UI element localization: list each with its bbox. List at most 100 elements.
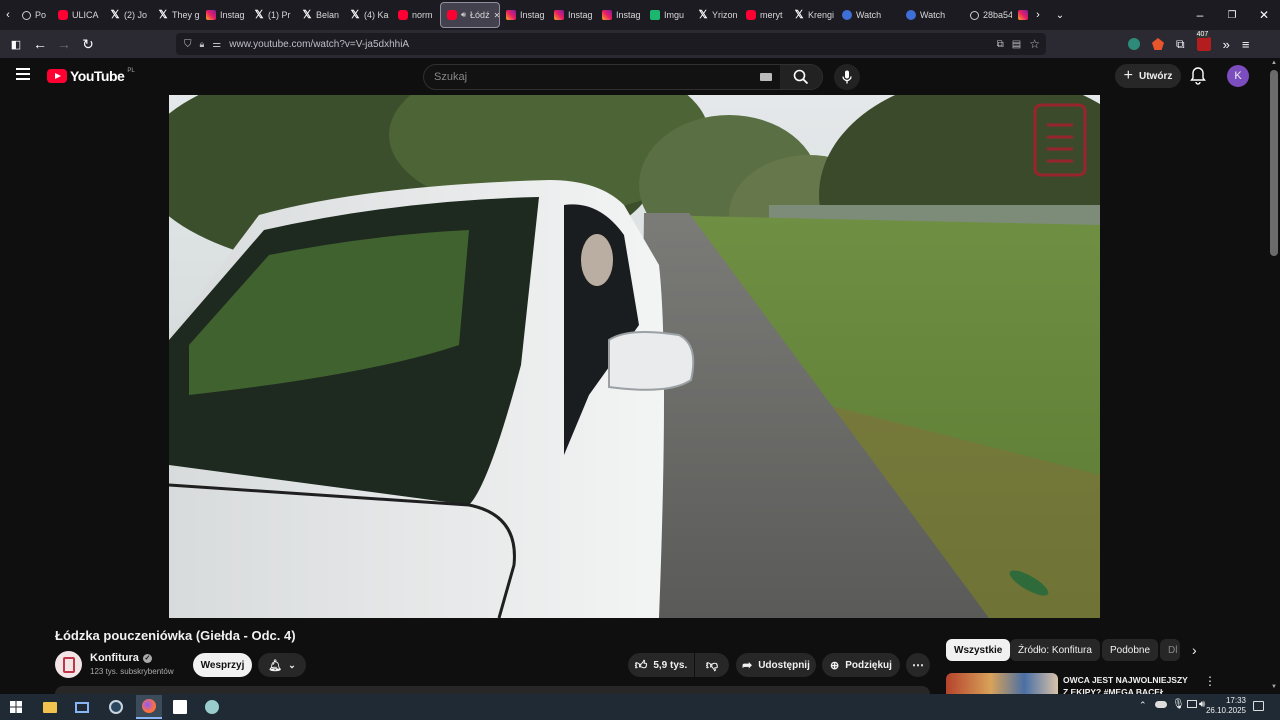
browser-tab[interactable]: Watch <box>836 2 900 28</box>
description-box-edge[interactable] <box>55 686 930 694</box>
browser-tab[interactable] <box>1012 2 1030 28</box>
search-input[interactable]: Szukaj <box>434 71 467 83</box>
scroll-up-arrow-icon[interactable]: ▲ <box>1271 60 1277 66</box>
firefox-icon[interactable] <box>136 695 162 719</box>
channel-name[interactable]: Konfitura ✓ <box>90 652 152 664</box>
avatar[interactable]: K <box>1227 65 1249 87</box>
recommended-menu-icon[interactable]: ⋮ <box>1204 674 1216 688</box>
close-window-icon[interactable]: ✕ <box>1248 3 1280 27</box>
chip-more[interactable]: Dl <box>1160 639 1180 661</box>
forward-icon[interactable]: → <box>52 32 76 56</box>
back-icon[interactable]: ← <box>28 32 52 56</box>
page-scrollbar[interactable]: ▲ ▼ <box>1268 58 1280 694</box>
tabs-scroll-right-icon[interactable]: › <box>1030 3 1046 27</box>
chip-all[interactable]: Wszystkie <box>946 639 1011 661</box>
browser-tab[interactable]: Instag <box>548 2 596 28</box>
channel-avatar[interactable] <box>55 651 82 678</box>
bell-outline-icon: 🔔︎ <box>268 659 283 672</box>
voice-search-button[interactable] <box>834 64 860 90</box>
monitor-app-icon[interactable] <box>72 697 92 717</box>
video-frame[interactable] <box>169 95 1100 618</box>
like-button[interactable]: 👍︎ 5,9 tys. <box>628 653 694 677</box>
ublock-extension-icon[interactable] <box>1128 38 1140 50</box>
notification-center-icon[interactable] <box>1253 701 1264 711</box>
extensions-puzzle-icon[interactable]: ⧉ <box>1176 37 1185 52</box>
audio-playing-icon[interactable]: 🔊︎ <box>461 10 466 20</box>
browser-tab[interactable]: Watch <box>900 2 964 28</box>
support-button[interactable]: Wesprzyj <box>193 653 252 677</box>
browser-tab[interactable]: 𝕏 (4) Ka <box>344 2 392 28</box>
browser-tab[interactable]: meryt <box>740 2 788 28</box>
browser-tab[interactable]: 𝕏 (2) Jo <box>104 2 152 28</box>
game-app-icon[interactable] <box>202 697 222 717</box>
browser-tab[interactable]: 𝕏 Krengi <box>788 2 836 28</box>
notifications-button[interactable] <box>1190 67 1206 90</box>
address-bar[interactable]: ⛉ 🔒︎ ⚌ www.youtube.com/watch?v=V-ja5dxhh… <box>176 33 1046 55</box>
browser-tab-label: Po <box>35 10 47 20</box>
chips-next-icon[interactable]: › <box>1192 642 1197 658</box>
more-actions-button[interactable]: ⋯ <box>906 653 930 677</box>
list-all-tabs-icon[interactable]: ⌄ <box>1046 3 1074 27</box>
tray-overflow-icon[interactable]: ⌃ <box>1139 700 1147 711</box>
thanks-button[interactable]: ⊕ Podziękuj <box>822 653 900 677</box>
recommended-title-line1[interactable]: OWCA JEST NAJWOLNIEJSZY <box>1063 674 1188 686</box>
url-text[interactable]: www.youtube.com/watch?v=V-ja5dxhhiA <box>229 39 409 50</box>
share-button[interactable]: ➦ Udostępnij <box>736 653 816 677</box>
bookmark-star-icon[interactable]: ☆ <box>1029 37 1040 51</box>
browser-tab[interactable]: 28ba54a2 <box>964 2 1012 28</box>
channel-name-text[interactable]: Konfitura <box>90 652 139 664</box>
search-box[interactable]: Szukaj <box>423 64 823 90</box>
onedrive-cloud-icon[interactable] <box>1155 701 1167 708</box>
youtube-favicon-icon <box>398 10 408 20</box>
browser-tab[interactable]: Instag <box>200 2 248 28</box>
browser-tab[interactable]: 𝕏 Yrizon <box>692 2 740 28</box>
keyboard-icon[interactable] <box>760 73 772 81</box>
fox-extension-icon[interactable] <box>1152 38 1164 50</box>
restore-window-icon[interactable]: ❐ <box>1216 3 1248 27</box>
guide-menu-icon[interactable] <box>16 68 30 80</box>
overflow-menu-icon[interactable]: » <box>1223 37 1230 52</box>
browser-tab[interactable]: 𝕏 Belan <box>296 2 344 28</box>
browser-tab[interactable]: 𝕏 They g <box>152 2 200 28</box>
network-icon[interactable] <box>1187 700 1197 708</box>
browser-tab[interactable]: norm <box>392 2 440 28</box>
recommended-thumbnail[interactable] <box>946 673 1058 694</box>
recommended-title-line2[interactable]: Z EKIPY? #MEGA BACEŁ <box>1063 686 1188 694</box>
page-scrollbar-thumb[interactable] <box>1270 70 1278 256</box>
steam-icon[interactable] <box>106 697 126 717</box>
browser-tab[interactable]: 🔊︎ Łódź ✕ <box>440 2 500 28</box>
dislike-button[interactable]: 👎︎ <box>695 653 729 677</box>
minimize-window-icon[interactable]: – <box>1184 3 1216 27</box>
browser-tab[interactable]: Instag <box>596 2 644 28</box>
subscriber-count: 123 tys. subskrybentów <box>90 667 174 676</box>
youtube-logo[interactable]: YouTube PL <box>47 68 135 84</box>
search-button[interactable] <box>780 65 822 89</box>
notes-app-icon[interactable] <box>170 697 190 717</box>
reader-view-icon[interactable]: ▤ <box>1012 39 1021 50</box>
browser-tab[interactable]: 𝕏 (1) Pr <box>248 2 296 28</box>
file-explorer-icon[interactable] <box>40 697 60 717</box>
sidebar-toggle-icon[interactable]: ◧ <box>4 32 28 56</box>
tracking-shield-icon[interactable]: ⛉ <box>184 39 192 50</box>
chip-related[interactable]: Podobne <box>1102 639 1159 661</box>
create-button[interactable]: + Utwórz <box>1115 64 1181 88</box>
video-player[interactable] <box>169 95 1100 618</box>
page-permissions-icon[interactable]: ⚌ <box>212 39 221 50</box>
browser-tab[interactable]: Po <box>16 2 52 28</box>
browser-tab[interactable]: Imgu <box>644 2 692 28</box>
start-windows-icon[interactable] <box>6 697 26 717</box>
notification-settings-button[interactable]: 🔔︎ ⌄ <box>258 653 306 677</box>
app-menu-icon[interactable]: ≡ <box>1242 37 1250 52</box>
microphone-tray-icon[interactable]: 🎙︎ <box>1172 699 1185 710</box>
chip-source[interactable]: Źródło: Konfitura <box>1010 639 1100 661</box>
reload-icon[interactable]: ↻ <box>76 32 100 56</box>
scroll-down-arrow-icon[interactable]: ▼ <box>1271 684 1277 690</box>
lock-icon[interactable]: 🔒︎ <box>200 39 205 50</box>
tabs-scroll-left-icon[interactable]: ‹ <box>0 3 16 27</box>
extension-badge-icon[interactable]: 407 <box>1195 31 1211 51</box>
browser-tab[interactable]: Instag <box>500 2 548 28</box>
picture-in-picture-icon[interactable]: ⧉ <box>997 39 1004 50</box>
clock[interactable]: 17:33 26.10.2025 <box>1200 696 1246 716</box>
browser-tab[interactable]: ULICA <box>52 2 104 28</box>
recommended-title[interactable]: OWCA JEST NAJWOLNIEJSZY Z EKIPY? #MEGA B… <box>1063 674 1188 694</box>
